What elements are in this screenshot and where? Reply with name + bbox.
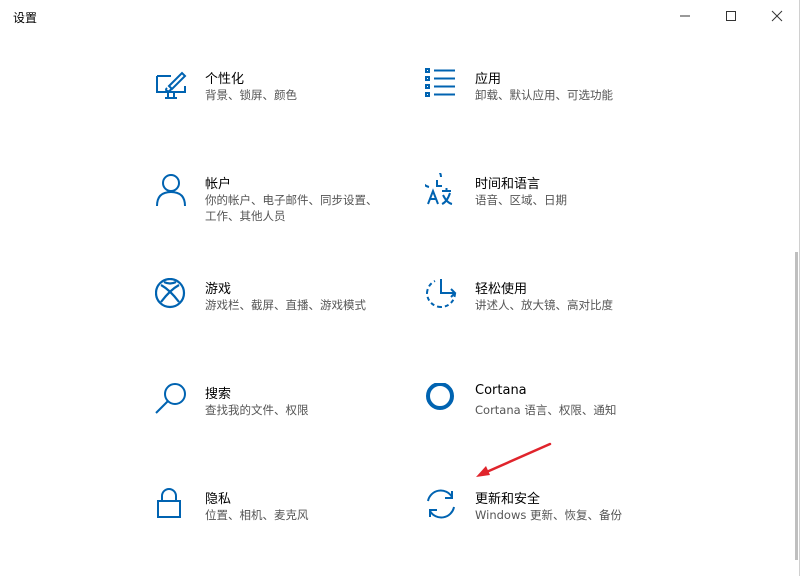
privacy-icon (157, 488, 181, 518)
tile-ease-of-access[interactable]: 轻松使用 讲述人、放大镜、高对比度 (425, 278, 665, 342)
cortana-icon (426, 383, 454, 410)
tile-description: Windows 更新、恢复、备份 (475, 508, 622, 522)
tile-name: 帐户 (205, 177, 232, 192)
tile-description: 语音、区域、日期 (475, 193, 567, 207)
tile-name: 时间和语言 (475, 177, 541, 192)
tile-name: 搜索 (205, 387, 232, 402)
close-button[interactable] (754, 0, 800, 32)
tile-name: 隐私 (205, 492, 232, 507)
accounts-icon (156, 174, 186, 207)
tile-description: 卸载、默认应用、可选功能 (475, 88, 613, 102)
apps-icon (425, 68, 455, 97)
tile-description: 位置、相机、麦克风 (205, 508, 309, 522)
maximize-icon (726, 11, 736, 21)
tile-cortana[interactable]: Cortana Cortana 语言、权限、通知 (425, 383, 665, 447)
update-security-icon (427, 489, 455, 519)
time-language-icon (425, 173, 453, 205)
tile-gaming[interactable]: 游戏 游戏栏、截屏、直播、游戏模式 (155, 278, 395, 342)
tile-name: 更新和安全 (475, 492, 541, 507)
tile-name: 轻松使用 (475, 282, 528, 297)
tile-name: Cortana (475, 383, 527, 398)
tile-name: 游戏 (205, 282, 232, 297)
tile-description: 游戏栏、截屏、直播、游戏模式 (205, 298, 366, 312)
annotation-arrow-icon (476, 442, 552, 477)
minimize-button[interactable] (662, 0, 708, 32)
tile-description: 查找我的文件、权限 (205, 403, 309, 417)
search-icon (155, 383, 186, 414)
gaming-icon (155, 278, 186, 309)
minimize-icon (680, 15, 690, 17)
tile-accounts[interactable]: 帐户 你的帐户、电子邮件、同步设置、工作、其他人员 (155, 173, 395, 237)
ease-of-access-icon (426, 279, 457, 308)
tile-time-language[interactable]: 时间和语言 语音、区域、日期 (425, 173, 665, 237)
tile-description: 你的帐户、电子邮件、同步设置、工作、其他人员 (205, 193, 378, 223)
window-title: 设置 (13, 11, 38, 25)
tile-name: 个性化 (205, 72, 245, 87)
tile-name: 应用 (475, 72, 502, 87)
maximize-button[interactable] (708, 0, 754, 32)
vertical-scrollbar[interactable] (795, 252, 798, 560)
tile-update-security[interactable]: 更新和安全 Windows 更新、恢复、备份 (425, 488, 665, 552)
tile-apps[interactable]: 应用 卸载、默认应用、可选功能 (425, 68, 665, 132)
tile-search[interactable]: 搜索 查找我的文件、权限 (155, 383, 395, 447)
personalization-icon (156, 71, 187, 99)
tile-description: 讲述人、放大镜、高对比度 (475, 298, 613, 312)
tile-description: 背景、锁屏、颜色 (205, 88, 297, 102)
tile-personalization[interactable]: 个性化 背景、锁屏、颜色 (155, 68, 395, 132)
tile-privacy[interactable]: 隐私 位置、相机、麦克风 (155, 488, 395, 552)
settings-window: 设置 个性化 背景、锁屏、颜色 应用 卸载、默认应用、可选功能 帐户 你的帐户、… (0, 0, 800, 576)
tile-description: Cortana 语言、权限、通知 (475, 403, 617, 417)
close-icon (771, 10, 783, 22)
